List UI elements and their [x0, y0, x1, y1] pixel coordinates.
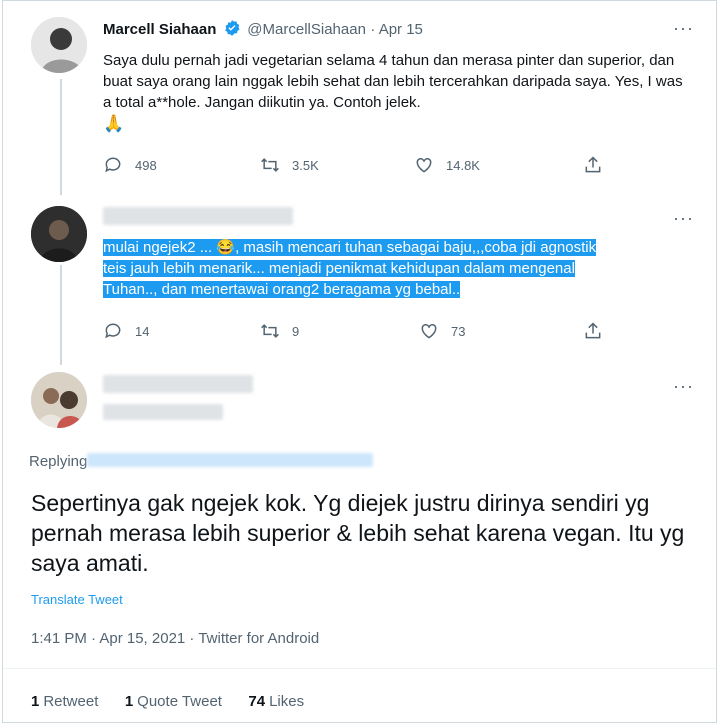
- retweet-icon: [261, 158, 279, 172]
- reply-button[interactable]: 498: [103, 155, 157, 175]
- retweets-label: Retweet: [43, 693, 99, 710]
- replying-label: Replying: [29, 453, 88, 470]
- reply-icon: [105, 157, 121, 173]
- reply-icon: [105, 323, 121, 339]
- heart-icon: [421, 323, 437, 339]
- tweet-text-line: mulai ngejek2 ... 😂, masih mencari tuhan…: [103, 239, 597, 256]
- author-name[interactable]: Marcell Siahaan: [103, 21, 216, 38]
- share-icon: [585, 322, 601, 339]
- share-button[interactable]: [583, 321, 615, 341]
- quotes-count: 1: [124, 693, 134, 710]
- tweet-meta: 1:41 PM · Apr 15, 2021 · Twitter for And…: [31, 630, 320, 647]
- replying-to: Replying: [29, 453, 374, 470]
- more-options-icon[interactable]: ···: [673, 209, 694, 227]
- avatar[interactable]: [31, 17, 87, 73]
- main-tweet-text: Sepertinya gak ngejek kok. Yg diejek jus…: [31, 490, 685, 576]
- avatar[interactable]: [31, 206, 87, 262]
- tweet-actions: 498 3.5K 14.8K: [103, 155, 643, 179]
- reply-button[interactable]: 14: [103, 321, 149, 341]
- folded-hands-emoji: 🙏: [103, 114, 125, 133]
- likes-label: Likes: [269, 693, 305, 710]
- tweet-text-line: teis jauh lebih menarik... menjadi penik…: [103, 260, 575, 277]
- more-options-icon[interactable]: ···: [673, 19, 694, 37]
- share-icon: [585, 156, 601, 173]
- tweet-actions: 14 9 73: [103, 321, 643, 345]
- retweets-count: 1: [31, 693, 40, 710]
- divider: [3, 668, 716, 669]
- retweet-button[interactable]: 3.5K: [260, 155, 319, 175]
- reply-count: 498: [135, 157, 157, 173]
- redacted-mentions[interactable]: [87, 453, 374, 467]
- avatar[interactable]: [31, 372, 87, 428]
- likes-count: 74: [248, 693, 266, 710]
- tweet-date[interactable]: · Apr 15: [370, 21, 423, 38]
- redacted-author: [103, 207, 293, 230]
- reply-count: 14: [135, 323, 150, 339]
- quotes-label: Quote Tweet: [137, 693, 222, 710]
- retweet-button[interactable]: 9: [260, 321, 299, 341]
- tweet-header: Marcell Siahaan @MarcellSiahaan · Apr 15: [103, 19, 423, 42]
- thread-line: [60, 79, 62, 195]
- tweet-text: Saya dulu pernah jadi vegetarian selama …: [103, 50, 693, 135]
- tweet-text-content: Saya dulu pernah jadi vegetarian selama …: [103, 52, 683, 111]
- retweets-stat[interactable]: 1 Retweet: [31, 693, 98, 710]
- heart-icon: [416, 157, 432, 173]
- quote-tweets-stat[interactable]: 1 Quote Tweet: [125, 693, 222, 710]
- verified-badge-icon: [223, 19, 241, 42]
- likes-stat[interactable]: 74 Likes: [248, 693, 304, 710]
- more-options-icon[interactable]: ···: [673, 377, 694, 395]
- tweet-text: mulai ngejek2 ... 😂, masih mencari tuhan…: [103, 237, 693, 300]
- tweet-text-line: Tuhan.., dan menertawai orang2 beragama …: [103, 281, 461, 298]
- translate-tweet-link[interactable]: Translate Tweet: [31, 592, 123, 607]
- author-handle[interactable]: @MarcellSiahaan: [247, 21, 366, 38]
- like-count: 73: [451, 323, 466, 339]
- like-count: 14.8K: [446, 157, 480, 173]
- like-button[interactable]: 73: [419, 321, 465, 341]
- redacted-author: [103, 375, 253, 425]
- like-button[interactable]: 14.8K: [414, 155, 480, 175]
- tweet-thread: Marcell Siahaan @MarcellSiahaan · Apr 15…: [2, 0, 717, 723]
- thread-line: [60, 265, 62, 365]
- share-button[interactable]: [583, 155, 615, 175]
- retweet-icon: [261, 324, 279, 338]
- retweet-count: 3.5K: [292, 157, 319, 173]
- retweet-count: 9: [292, 323, 300, 339]
- engagement-stats: 1 Retweet 1 Quote Tweet 74 Likes: [31, 693, 304, 711]
